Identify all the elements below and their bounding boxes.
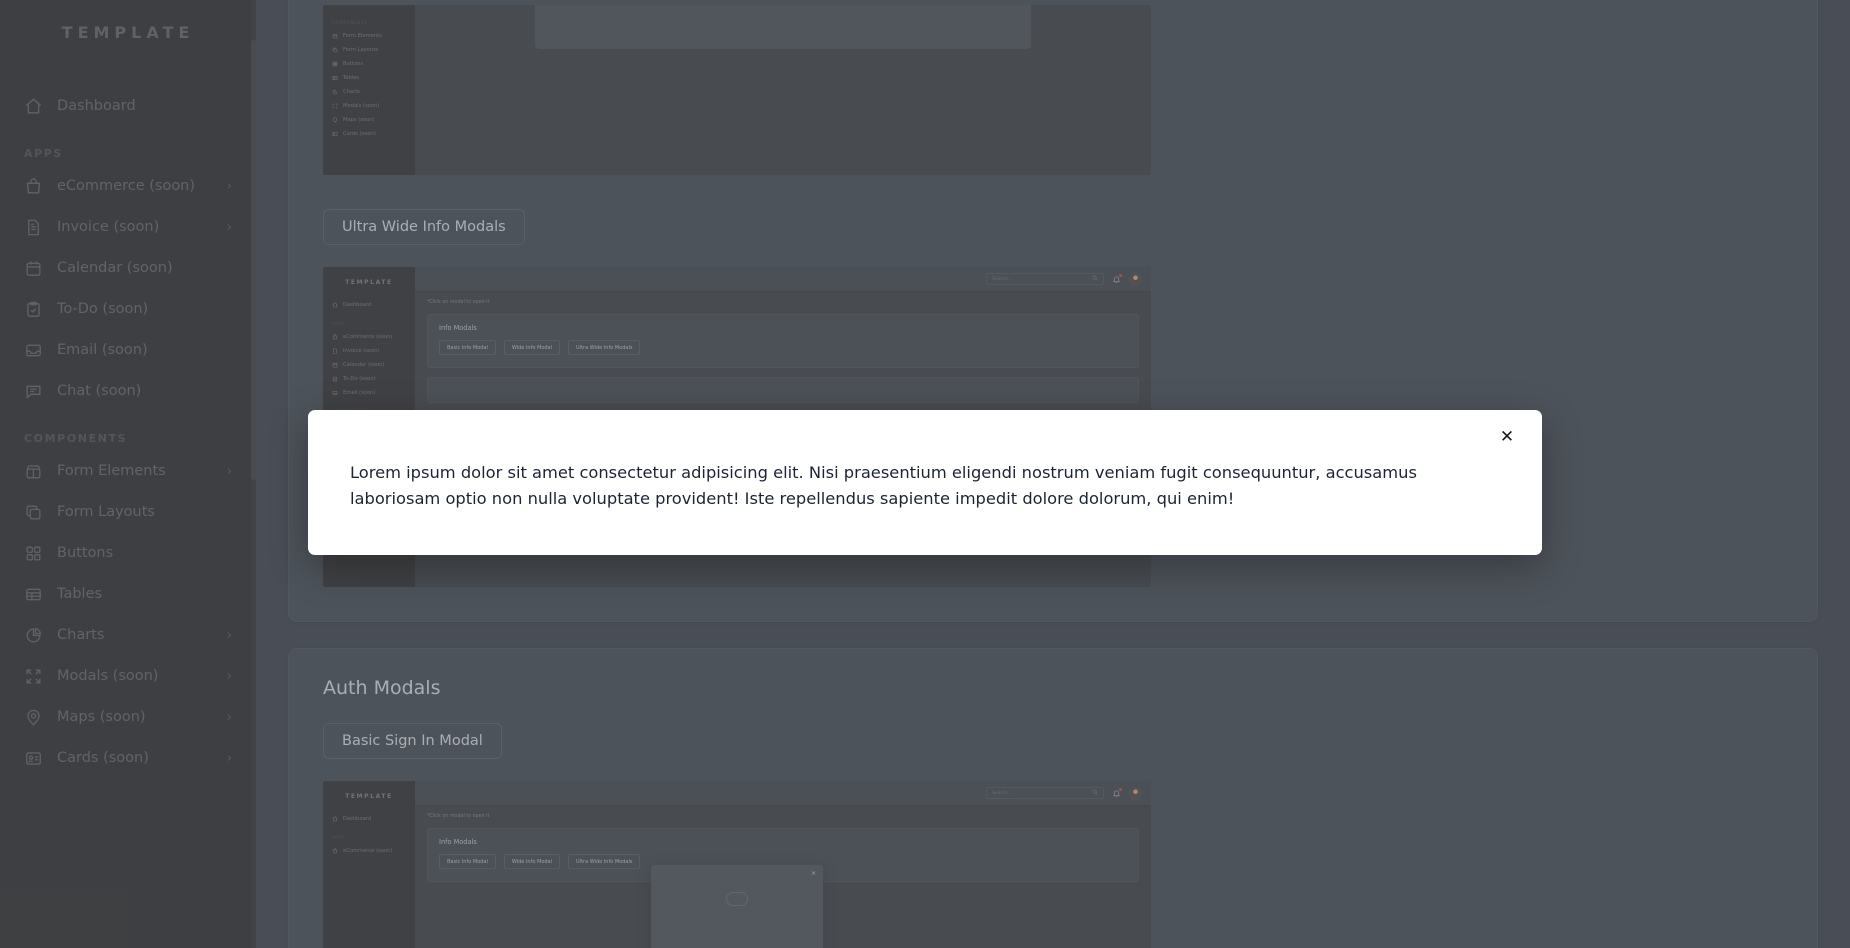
close-icon[interactable]: ✕ (1494, 424, 1520, 450)
modal-body-text: Lorem ipsum dolor sit amet consectetur a… (350, 463, 1417, 509)
ultra-wide-info-modal: ✕ Lorem ipsum dolor sit amet consectetur… (308, 410, 1542, 555)
